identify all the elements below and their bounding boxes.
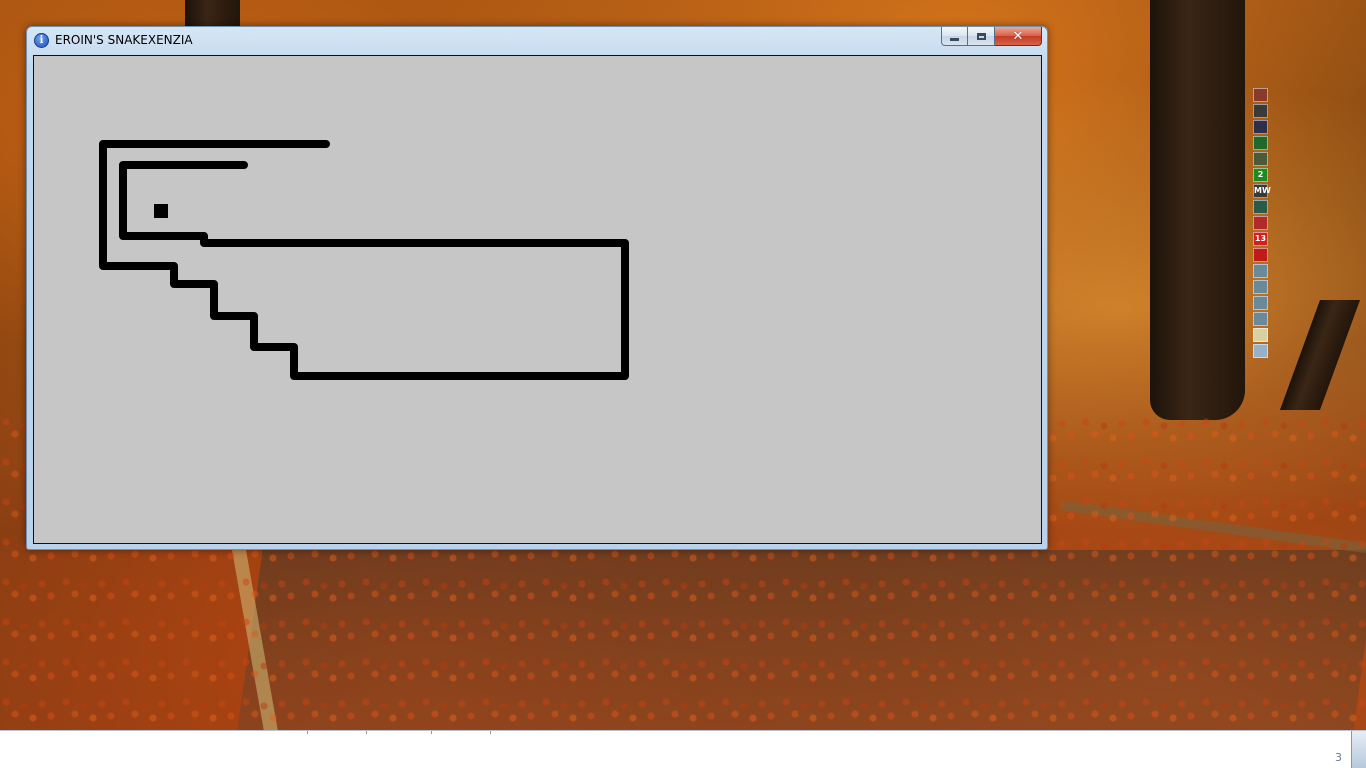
snake-body: [99, 140, 629, 380]
app-icon-3[interactable]: [1253, 120, 1268, 134]
recycle-bin-icon[interactable]: [1253, 344, 1268, 358]
app-icon-12[interactable]: [1253, 264, 1268, 278]
show-desktop-button[interactable]: [1351, 731, 1366, 768]
app-icon-10[interactable]: 13: [1253, 232, 1268, 246]
maximize-button[interactable]: [968, 27, 995, 46]
taskbar-divider: [366, 731, 367, 734]
minimize-icon: [950, 37, 959, 41]
close-button[interactable]: ✕: [995, 27, 1042, 46]
app-icon-11[interactable]: [1253, 248, 1268, 262]
window-title: EROIN'S SNAKEXENZIA: [55, 33, 193, 47]
tree-trunk-far-right: [1279, 300, 1361, 410]
title-bar[interactable]: i EROIN'S SNAKEXENZIA ✕: [27, 27, 1047, 55]
taskbar-divider: [431, 731, 432, 734]
app-icon-7[interactable]: MW: [1253, 184, 1271, 198]
taskbar-divider: [307, 731, 308, 734]
taskbar: 3: [0, 730, 1366, 768]
minimize-button[interactable]: [941, 27, 968, 46]
app-icon-4[interactable]: [1253, 136, 1268, 150]
app-icon-14[interactable]: [1253, 296, 1268, 310]
close-icon: ✕: [1012, 28, 1024, 44]
taskbar-divider: [490, 731, 491, 734]
info-icon[interactable]: i: [34, 33, 49, 48]
app-icon-13[interactable]: [1253, 280, 1268, 294]
clock-fragment: 3: [1335, 751, 1342, 764]
app-icon-2[interactable]: [1253, 104, 1268, 118]
app-icon-5[interactable]: [1253, 152, 1268, 166]
snake-playfield: [99, 140, 629, 380]
snake-food: [154, 204, 168, 218]
app-icon-8[interactable]: [1253, 200, 1268, 214]
maximize-icon: [976, 32, 986, 40]
app-icon-16[interactable]: [1253, 328, 1268, 342]
tree-trunk-right: [1150, 0, 1245, 420]
app-icon-15[interactable]: [1253, 312, 1268, 326]
game-canvas[interactable]: [33, 55, 1042, 544]
app-icon-9[interactable]: [1253, 216, 1268, 230]
app-icon-6[interactable]: 2: [1253, 168, 1268, 182]
game-window: i EROIN'S SNAKEXENZIA ✕: [26, 26, 1048, 550]
app-icon-1[interactable]: [1253, 88, 1268, 102]
